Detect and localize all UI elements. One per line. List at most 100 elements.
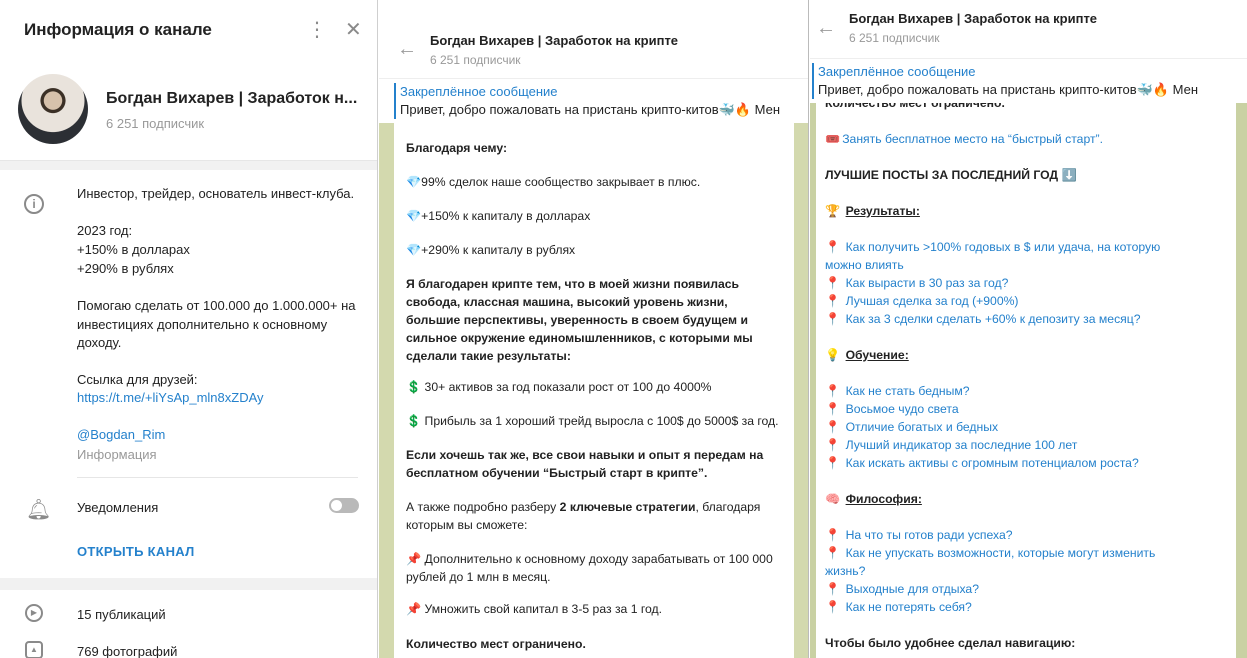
photos-count: 769 фотографий (77, 644, 178, 658)
post-link[interactable]: Выходные для отдыха? (846, 582, 979, 596)
list-item[interactable]: 📍 Как не потерять себя? (825, 598, 1236, 616)
pinned-text: Привет, добро пожаловать на пристань кри… (818, 82, 1199, 97)
text-line: которым вы сможете: (406, 518, 528, 532)
post-link[interactable]: можно влиять (825, 256, 1236, 274)
media-section: ▶ 15 публикаций ▲ 769 фотографий (0, 590, 377, 658)
pinned-text: Привет, добро пожаловать на пристань кри… (400, 102, 781, 117)
list-item[interactable]: 📍 Отличие богатых и бедных (825, 418, 1236, 436)
post-link[interactable]: Как вырасти в 30 раз за год? (846, 276, 1009, 290)
description-help: Помогаю сделать от 100.000 до 1.000.000+… (77, 298, 356, 313)
best-posts-heading: ЛУЧШИЕ ПОСТЫ ЗА ПОСЛЕДНИЙ ГОД ⬇️ (825, 168, 1077, 182)
text-line: 💲 30+ активов за год показали рост от 10… (406, 380, 712, 394)
list-item[interactable]: 📍 Как не упускать возможности, которые м… (825, 544, 1236, 562)
message-bubble: Благодаря чему: 💎99% сделок наше сообщес… (394, 122, 794, 658)
text-line: Количество мест ограничено. (406, 637, 586, 651)
username-link[interactable]: @Bogdan_Rim (77, 426, 367, 445)
chat-header: ← Богдан Вихарев | Заработок на крипте 6… (379, 0, 808, 78)
free-seat-link[interactable]: Занять бесплатное место на “быстрый стар… (842, 132, 1103, 146)
description-help: доходу. (77, 335, 122, 350)
description-usd: +150% в долларах (77, 242, 190, 257)
chat-panel-left: ← Богдан Вихарев | Заработок на крипте 6… (379, 0, 809, 658)
chat-title[interactable]: Богдан Вихарев | Заработок на крипте (849, 11, 1097, 26)
list-item[interactable]: 📍 Лучший индикатор за последние 100 лет (825, 436, 1236, 454)
notifications-label: Уведомления (77, 500, 159, 515)
pinned-title: Закреплённое сообщение (400, 84, 558, 99)
channel-name: Богдан Вихарев | Заработок н... (106, 90, 358, 107)
avatar[interactable] (18, 74, 88, 144)
text-line: сильное окружение единомышленников, с ко… (406, 331, 753, 345)
list-item[interactable]: 📍 Как искать активы с огромным потенциал… (825, 454, 1236, 472)
pinned-message-bar[interactable]: Закреплённое сообщение Привет, добро пож… (810, 58, 1247, 103)
post-link[interactable]: жизнь? (825, 562, 1236, 580)
brain-icon: 🧠 (825, 492, 841, 506)
pin-indicator (394, 83, 396, 119)
list-item[interactable]: 📍 Как получить >100% годовых в $ или уда… (825, 238, 1236, 256)
pin-icon: 📍 (825, 240, 841, 254)
info-body: i Инвестор, трейдер, основатель инвест-к… (0, 170, 377, 578)
description-rub: +290% в рублях (77, 261, 174, 276)
list-item[interactable]: 📍 Как вырасти в 30 раз за год? (825, 274, 1236, 292)
pin-icon: 📍 (825, 600, 841, 614)
panel-title: Информация о канале (24, 20, 212, 39)
list-item[interactable]: 📍 На что ты готов ради успеха? (825, 526, 1236, 544)
list-item[interactable]: 📍 Выходные для отдыха? (825, 580, 1236, 598)
posts-row[interactable]: ▶ 15 публикаций (0, 600, 377, 630)
more-icon[interactable]: ⋮ (307, 20, 327, 40)
lightbulb-icon: 💡 (825, 348, 841, 362)
list-item[interactable]: 📍 Лучшая сделка за год (+900%) (825, 292, 1236, 310)
post-link[interactable]: Как искать активы с огромным потенциалом… (846, 456, 1139, 470)
philo-heading: Философия: (845, 492, 922, 506)
post-link[interactable]: Восьмое чудо света (846, 402, 959, 416)
post-link[interactable]: Как за 3 сделки сделать +60% к депозиту … (846, 312, 1141, 326)
pin-indicator (812, 63, 814, 99)
username-caption: Информация (77, 447, 157, 462)
pinned-message-bar[interactable]: Закреплённое сообщение Привет, добро пож… (379, 78, 808, 123)
chat-panel-right: Количество мест ограничено. 🎟️ Занять бес… (810, 0, 1247, 658)
pin-icon: 📍 (825, 456, 841, 470)
post-link[interactable]: На что ты готов ради успеха? (846, 528, 1013, 542)
open-channel-button[interactable]: ОТКРЫТЬ КАНАЛ (77, 544, 195, 559)
invite-link[interactable]: https://t.me/+liYsAp_mln8xZDAy (77, 389, 367, 408)
trophy-icon: 🏆 (825, 204, 841, 218)
list-item[interactable]: 📍 Восьмое чудо света (825, 400, 1236, 418)
back-arrow-icon[interactable]: ← (816, 17, 836, 40)
posts-count: 15 публикаций (77, 607, 166, 622)
text-line: А также подробно разберу 2 ключевые стра… (406, 498, 794, 516)
close-icon[interactable]: ✕ (345, 20, 362, 40)
post-link[interactable]: Как получить >100% годовых в $ или удача… (846, 240, 1161, 254)
photos-row[interactable]: ▲ 769 фотографий (0, 637, 377, 658)
post-link[interactable]: Как не упускать возможности, которые мог… (846, 546, 1156, 560)
chat-title[interactable]: Богдан Вихарев | Заработок на крипте (430, 33, 678, 48)
text-line: 💲 Прибыль за 1 хороший трейд выросла с 1… (406, 414, 779, 428)
post-link[interactable]: Лучший индикатор за последние 100 лет (846, 438, 1078, 452)
philo-heading-line: 🧠 Философия: (825, 490, 1236, 508)
text-line: Чтобы было удобнее сделал навигацию: (825, 636, 1076, 650)
list-item[interactable]: 📍 Как не стать бедным? (825, 382, 1236, 400)
message-bubble: Количество мест ограничено. 🎟️ Занять бес… (816, 90, 1236, 658)
description-line: Инвестор, трейдер, основатель инвест-клу… (77, 186, 355, 201)
bold-span: 2 ключевые стратегии (559, 500, 696, 514)
text-line: сделали такие результаты: (406, 349, 571, 363)
text-span: , благодаря (695, 500, 761, 514)
text-line: 💎99% сделок наше сообщество закрывает в … (406, 175, 701, 189)
text-line: 📌 Умножить свой капитал в 3-5 раз за 1 г… (406, 602, 663, 616)
divider (77, 477, 358, 478)
post-link[interactable]: Отличие богатых и бедных (846, 420, 999, 434)
edu-heading-line: 💡 Обучение: (825, 346, 1236, 364)
pinned-title: Закреплённое сообщение (818, 64, 976, 79)
pin-icon: 📍 (825, 582, 841, 596)
description-help: инвестициях дополнительно к основному (77, 317, 328, 332)
back-arrow-icon[interactable]: ← (397, 38, 417, 61)
pin-icon: 📍 (825, 438, 841, 452)
post-link[interactable]: Как не потерять себя? (846, 600, 972, 614)
text-line: Благодаря чему: (406, 141, 507, 155)
text-line: Если хочешь так же, все свои навыки и оп… (406, 448, 764, 462)
pin-icon: 📍 (825, 294, 841, 308)
notifications-toggle[interactable] (329, 498, 359, 513)
posts-icon: ▶ (25, 604, 43, 622)
post-link[interactable]: Как не стать бедным? (846, 384, 970, 398)
text-line: бесплатном обучении “Быстрый старт в кри… (406, 466, 708, 480)
channel-info-panel: Информация о канале ⋮ ✕ Богдан Вихарев |… (0, 0, 378, 658)
list-item[interactable]: 📍 Как за 3 сделки сделать +60% к депозит… (825, 310, 1236, 328)
post-link[interactable]: Лучшая сделка за год (+900%) (846, 294, 1019, 308)
